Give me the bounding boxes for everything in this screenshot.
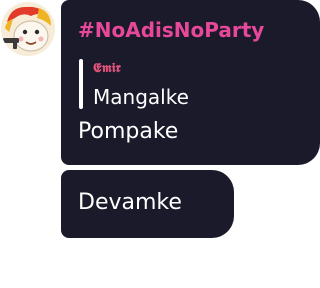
reply-text[interactable]: Mangalke	[93, 84, 189, 110]
sender-name[interactable]: #NoAdisNoParty	[78, 15, 264, 45]
reply-quote-bar	[79, 59, 83, 109]
message-bubble[interactable]: Devamke	[61, 170, 234, 238]
message-text: Pompake	[78, 119, 179, 144]
message-text: Devamke	[78, 190, 182, 215]
cartoon-avatar-icon	[1, 2, 55, 56]
message-bubble[interactable]: #NoAdisNoParty 𝕰𝖒𝖎𝖗 Mangalke Pompake	[61, 0, 320, 165]
sender-avatar[interactable]	[1, 2, 55, 56]
reply-author[interactable]: 𝕰𝖒𝖎𝖗	[93, 60, 121, 78]
